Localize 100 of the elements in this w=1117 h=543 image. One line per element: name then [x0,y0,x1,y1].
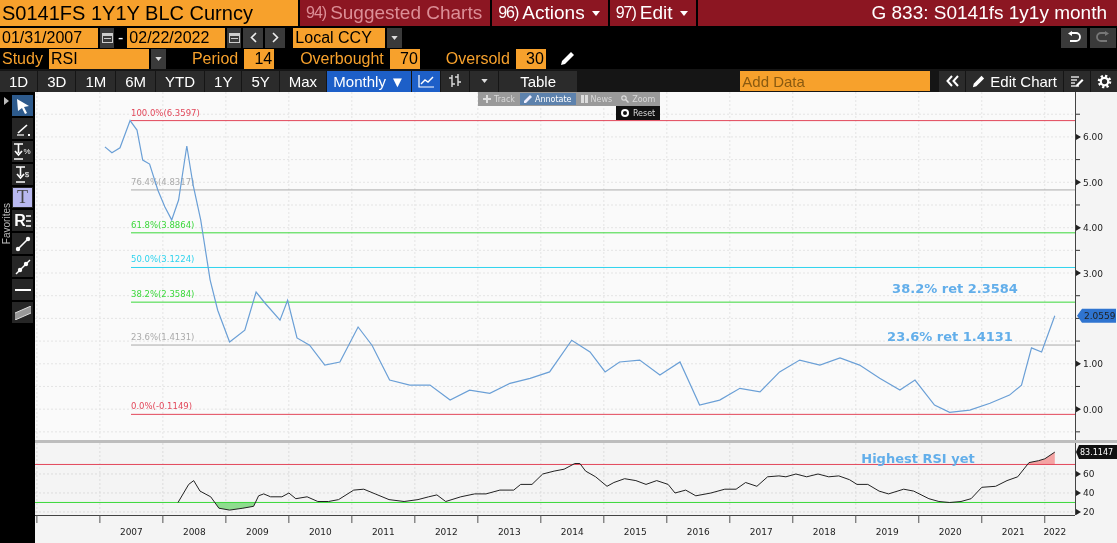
pointer-tool[interactable] [12,95,33,116]
axis-label: 3.00 [1083,268,1104,279]
range-button[interactable]: YTD [156,70,205,92]
range-button[interactable]: 1M [76,70,116,92]
list-lines-icon [25,213,31,228]
settings-button[interactable] [1091,70,1117,92]
range-button[interactable]: Max [279,70,327,92]
frequency-button[interactable]: Monthly ▼ [327,70,412,92]
redo-button[interactable] [1090,27,1116,48]
favorites-tab[interactable]: Favorites [0,203,12,245]
news-icon [580,95,588,103]
undo-button[interactable] [1061,27,1087,48]
axis-label: 2022 [1043,527,1067,537]
axis-label: 4.00 [1083,223,1104,234]
trend-line-icon [14,235,31,252]
table-button[interactable]: Table [499,70,578,92]
chevron-right-icon [271,32,279,43]
axis-label: 60 [1083,469,1095,480]
level-label: 0.0%(-0.1149) [131,401,193,412]
axis-label: 2011 [371,527,395,537]
axis-label: 2016 [686,527,710,537]
axis-label: 2020 [938,527,962,537]
study-field[interactable]: RSI [48,48,149,69]
expand-arrow-icon[interactable] [3,97,9,105]
parameter-field[interactable]: 70 [389,48,420,69]
chevron-left-icon [249,32,257,43]
pen-tool[interactable] [12,118,33,139]
line-chart-button[interactable] [412,70,441,92]
range-button[interactable]: 6M [116,70,156,92]
ohlc-bars-icon [448,74,463,88]
axis-label: 2013 [497,527,521,537]
ticker-field[interactable]: S0141FS 1Y1Y BLC Curncy [0,0,298,26]
pencil-icon [523,95,532,103]
crosshair-icon [483,95,491,103]
reset-button[interactable]: Reset [615,106,661,120]
axis-label: 2021 [1001,527,1025,537]
end-date-field[interactable]: 02/22/2022 [127,27,226,48]
dropdown-button[interactable] [150,48,166,69]
caret-icon [591,10,600,16]
collapse-button[interactable] [939,70,966,92]
level-label: 100.0%(6.3597) [131,107,200,118]
label-tool[interactable]: R [12,210,33,231]
axis-label: 2014 [560,527,584,537]
axis-label: 2008 [182,527,206,537]
axis-label: 40 [1083,488,1095,499]
parameter-field[interactable]: 30 [515,48,546,69]
edit-chart-button[interactable]: Edit Chart [966,70,1063,92]
axis-label: 2010 [308,527,332,537]
menu-button[interactable]: 96) Actions [492,0,608,26]
range-button[interactable]: 3D [38,70,76,92]
calendar-button[interactable] [227,27,242,48]
calendar-button[interactable] [100,27,114,48]
channel-tool[interactable] [12,302,33,323]
text-tool[interactable]: T [12,187,33,208]
price-marker-icon [15,165,25,184]
annotate-button[interactable] [1064,70,1090,92]
price-tool[interactable]: $ [12,164,33,185]
ray-tool[interactable] [12,256,33,277]
axis-label: 2009 [245,527,269,537]
undo-icon [1067,31,1081,44]
caret-icon [480,79,488,83]
tick-mark [1076,508,1081,515]
annotation-text: Highest RSI yet [861,451,975,466]
range-button[interactable]: 5Y [242,70,279,92]
trend-tool[interactable] [12,233,33,254]
line-chart-icon [418,74,435,88]
price-tool[interactable]: % [12,141,33,162]
dropdown-button[interactable] [387,27,403,48]
tick-mark [1076,489,1081,496]
add-data-field[interactable]: Add Data [740,71,931,91]
parameter-field[interactable]: 14 [244,48,275,69]
axis-label: 2019 [875,527,899,537]
date-separator: - [117,28,125,47]
range-button[interactable]: 1Y [205,70,242,92]
double-chevron-left-icon [945,75,959,87]
tick-mark [1076,470,1081,477]
pencil-icon[interactable] [559,51,575,66]
horizontal-tool[interactable] [12,279,33,300]
overbought-shading-drawing [1027,452,1055,465]
previous-button[interactable] [243,27,264,48]
parameter-label: Overbought [299,49,385,68]
level-label: 23.6%(1.4131) [131,332,195,343]
channel-icon [14,305,31,320]
menu-button[interactable]: 97) Edit [609,0,696,26]
axis-label: 6.00 [1083,132,1104,143]
annotate-mode-button[interactable]: Annotate [519,93,576,105]
axis-label: 0.00 [1083,404,1104,415]
bar-chart-button[interactable] [441,70,470,92]
range-button[interactable]: 1D [0,70,38,92]
next-button[interactable] [265,27,286,48]
parameter-label: Oversold [444,49,511,68]
axis-label: 2017 [749,527,773,537]
reset-icon [620,109,629,117]
oversold-shading-drawing [214,502,256,511]
start-date-field[interactable]: 01/31/2007 [0,27,98,48]
axis-label: 2012 [434,527,458,537]
currency-field[interactable]: Local CCY [293,27,386,48]
last-value-tag: 83.1147 [1076,445,1117,460]
calendar-icon [228,32,240,43]
search-icon [621,95,630,103]
